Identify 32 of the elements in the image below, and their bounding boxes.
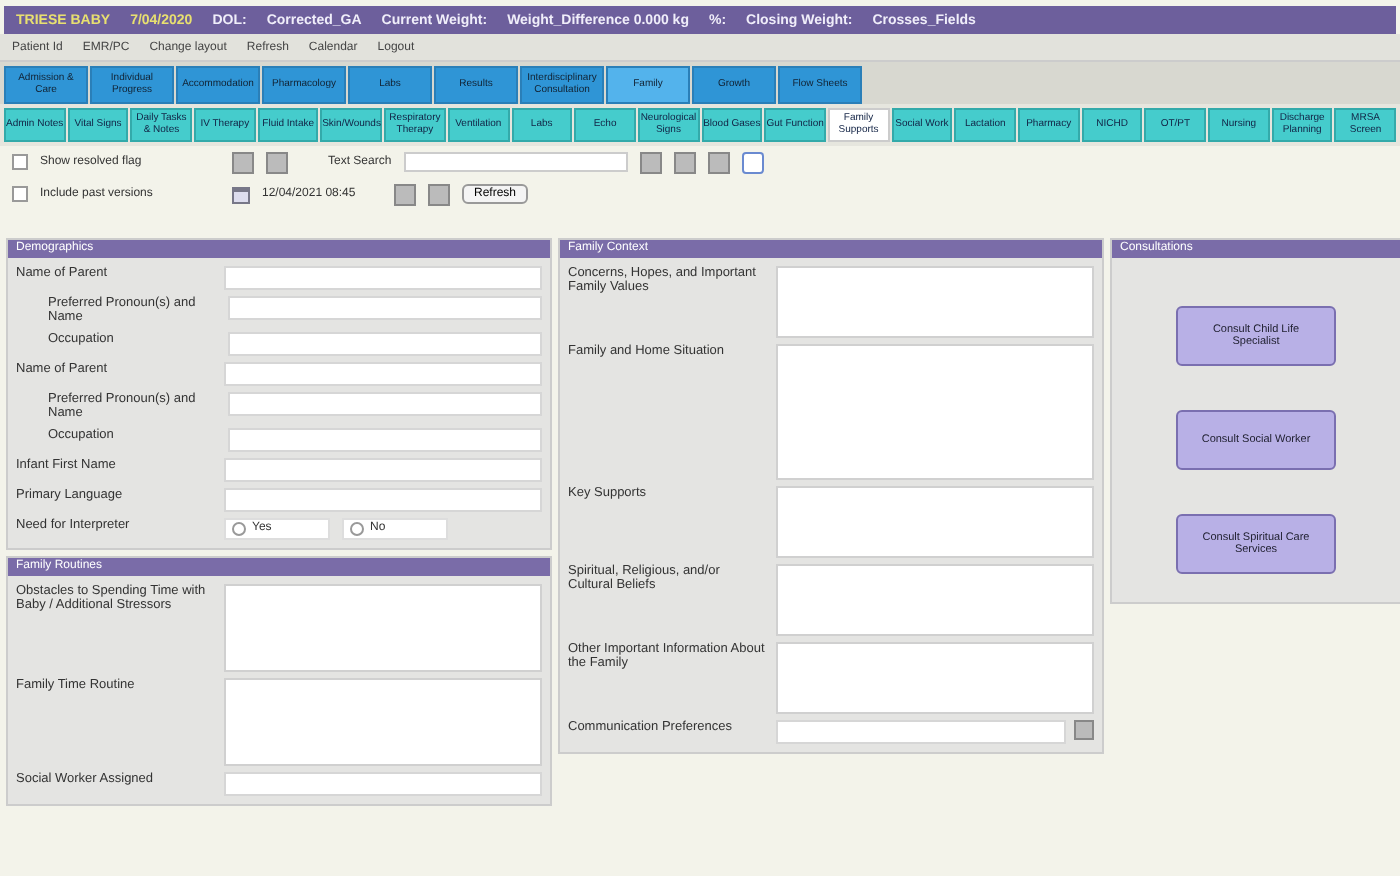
radio-icon[interactable] [232, 521, 246, 536]
text-field[interactable] [224, 266, 542, 290]
text-area[interactable] [776, 642, 1094, 714]
dropdown-button[interactable] [1074, 720, 1094, 740]
tool-button[interactable] [673, 151, 696, 173]
text-field[interactable] [228, 331, 542, 356]
text-field[interactable] [776, 720, 1066, 744]
text-area[interactable] [776, 344, 1094, 480]
text-field[interactable] [228, 296, 542, 320]
tool-button[interactable] [266, 151, 288, 173]
text-area[interactable] [776, 266, 1094, 338]
text-field[interactable] [224, 771, 542, 796]
calendar-icon[interactable] [232, 185, 250, 203]
text-field[interactable] [224, 487, 542, 512]
search-field[interactable] [403, 152, 628, 172]
text-field[interactable] [224, 457, 542, 482]
tool-button[interactable] [639, 151, 662, 173]
text-field[interactable] [228, 427, 542, 452]
tool-button[interactable] [428, 183, 450, 205]
text-area[interactable] [224, 677, 542, 766]
tool-button[interactable] [707, 151, 730, 173]
tool-button[interactable] [394, 183, 416, 205]
text-field[interactable] [224, 361, 542, 386]
tool-button[interactable] [232, 151, 254, 173]
text-area[interactable] [224, 583, 542, 672]
radio-icon[interactable] [350, 521, 364, 536]
checkbox[interactable] [12, 154, 28, 170]
text-area[interactable] [776, 486, 1094, 558]
text-area[interactable] [776, 564, 1094, 636]
text-field[interactable] [228, 391, 542, 416]
checkbox[interactable] [12, 186, 28, 202]
tool-button[interactable] [741, 151, 764, 173]
